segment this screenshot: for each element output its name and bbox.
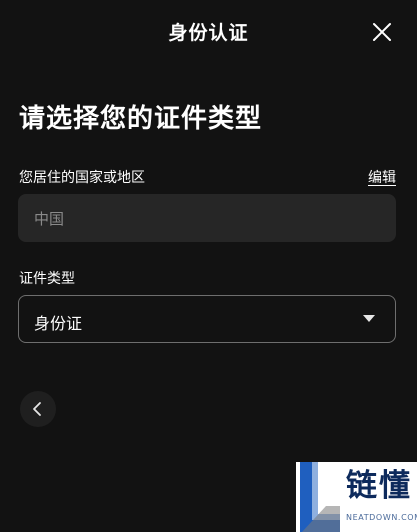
- document-type-select[interactable]: 身份证: [18, 295, 396, 343]
- watermark: 链懂 NEATDOWN.COM: [296, 462, 417, 532]
- watermark-domain: NEATDOWN.COM: [346, 513, 417, 522]
- close-icon: [373, 23, 391, 41]
- caret-down-icon: [363, 315, 375, 322]
- watermark-logo-icon: [300, 462, 340, 532]
- watermark-brand: 链懂: [346, 468, 412, 504]
- document-type-selected: 身份证: [34, 314, 83, 333]
- edit-residence-link[interactable]: 编辑: [368, 167, 396, 187]
- chevron-left-icon: [33, 402, 41, 416]
- country-field: 中国: [18, 194, 396, 242]
- residence-label: 您居住的国家或地区: [19, 170, 145, 186]
- country-value: 中国: [34, 210, 65, 228]
- header-title: 身份认证: [168, 22, 249, 44]
- back-button[interactable]: [20, 391, 56, 427]
- document-type-label: 证件类型: [19, 271, 75, 287]
- identity-verification-screen: 身份认证 请选择您的证件类型 您居住的国家或地区 编辑 中国 证件类型 身份证 …: [0, 0, 417, 532]
- close-button[interactable]: [371, 21, 393, 43]
- page-title: 请选择您的证件类型: [19, 104, 263, 134]
